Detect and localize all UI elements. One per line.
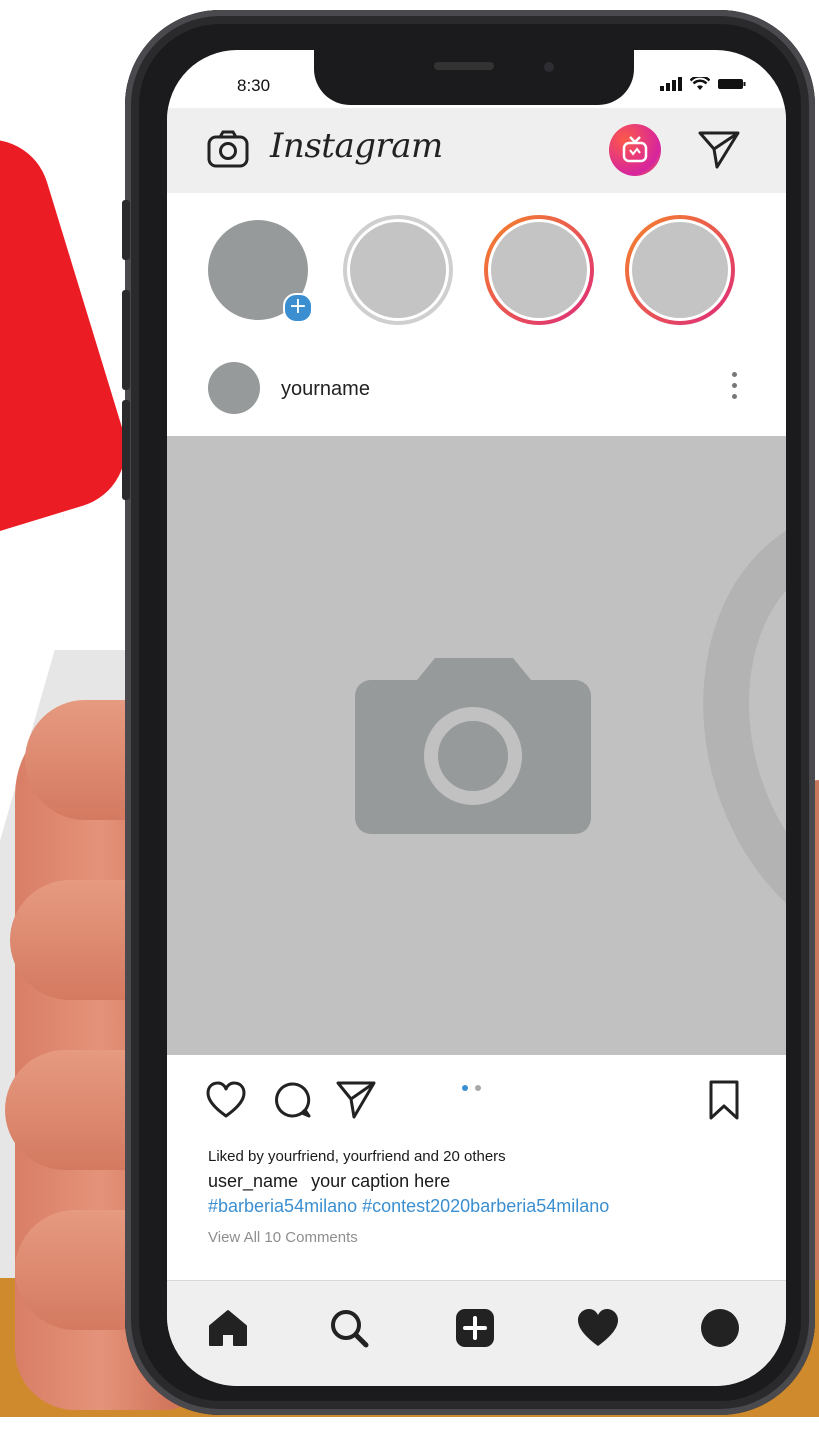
phone-side-button	[122, 400, 130, 500]
story-avatar	[632, 222, 728, 318]
view-comments-link[interactable]: View All 10 Comments	[208, 1229, 768, 1246]
carousel-dots	[462, 1085, 481, 1091]
post-actions	[167, 1055, 786, 1145]
camera-icon[interactable]	[207, 130, 249, 168]
status-time: 8:30	[237, 76, 271, 95]
front-camera	[544, 62, 554, 72]
app-title: Instagram	[270, 126, 443, 166]
story-item[interactable]	[625, 215, 735, 325]
phone-side-button	[122, 290, 130, 390]
like-heart-icon[interactable]	[206, 1081, 246, 1119]
share-icon[interactable]	[335, 1080, 377, 1120]
direct-message-icon[interactable]	[697, 130, 741, 170]
nav-add-post[interactable]	[450, 1303, 500, 1353]
story-your-story[interactable]: +	[203, 215, 313, 325]
igtv-icon[interactable]	[609, 124, 661, 176]
status-icons	[660, 77, 746, 91]
post-image[interactable]	[167, 436, 786, 1055]
nav-activity[interactable]	[573, 1303, 623, 1353]
post-header: yourname	[167, 348, 786, 436]
app-header: Instagram	[167, 108, 786, 194]
more-options-icon[interactable]	[730, 372, 740, 408]
phone-screen: 8:30 Instagram + yourname Liked by yourf…	[167, 50, 786, 1386]
wifi-icon	[690, 77, 710, 90]
speaker-grille	[434, 62, 494, 70]
nav-home[interactable]	[203, 1303, 253, 1353]
story-item[interactable]	[343, 215, 453, 325]
post-hashtags[interactable]: #barberia54milano #contest2020barberia54…	[208, 1196, 768, 1217]
search-icon	[331, 1310, 369, 1348]
profile-icon	[701, 1309, 739, 1347]
background-arc	[654, 468, 786, 996]
signal-icon	[660, 77, 682, 91]
post-avatar[interactable]	[208, 362, 260, 414]
carousel-dot	[475, 1085, 481, 1091]
story-avatar	[491, 222, 587, 318]
nav-profile[interactable]	[695, 1303, 745, 1353]
liked-by-text[interactable]: Liked by yourfriend, yourfriend and 20 o…	[208, 1148, 768, 1165]
phone-side-button	[122, 200, 130, 260]
story-item[interactable]	[484, 215, 594, 325]
post-caption: user_name your caption here	[208, 1171, 768, 1192]
tv-glyph-icon	[622, 136, 648, 163]
add-post-icon	[456, 1309, 494, 1347]
comment-icon[interactable]	[273, 1081, 311, 1119]
home-icon	[209, 1310, 247, 1346]
save-bookmark-icon[interactable]	[708, 1080, 740, 1120]
bottom-nav	[167, 1280, 786, 1386]
caption-text: your caption here	[311, 1171, 451, 1191]
battery-icon	[718, 79, 746, 89]
post-meta: Liked by yourfriend, yourfriend and 20 o…	[208, 1148, 768, 1246]
story-avatar	[350, 222, 446, 318]
phone-notch	[314, 50, 634, 105]
stories-bar: +	[167, 193, 786, 349]
caption-username[interactable]: user_name	[208, 1171, 298, 1191]
heart-icon	[578, 1309, 618, 1346]
nav-search[interactable]	[324, 1303, 374, 1353]
add-story-badge[interactable]: +	[283, 293, 313, 323]
carousel-dot-active	[462, 1085, 468, 1091]
post-username[interactable]: yourname	[281, 378, 370, 401]
camera-placeholder-icon	[355, 658, 591, 834]
background-red-shape	[0, 124, 141, 556]
